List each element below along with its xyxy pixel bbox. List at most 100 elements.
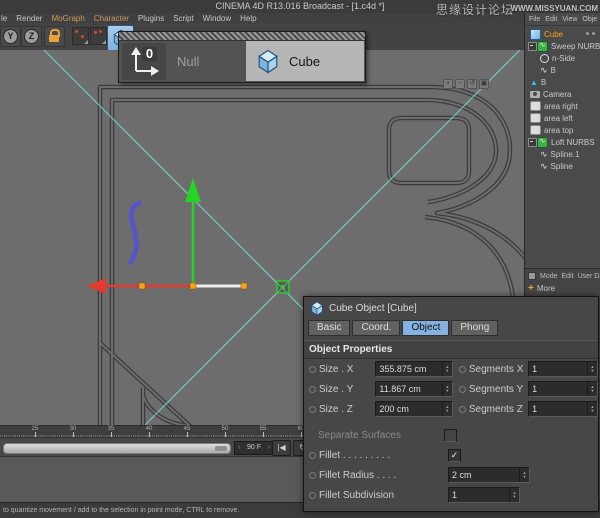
tree-item-label: Spline xyxy=(551,162,573,171)
snap-tool-icon[interactable] xyxy=(72,27,89,45)
stepper-icon[interactable]: ▲▼ xyxy=(587,402,597,416)
attr-menu-user-data[interactable]: User Data xyxy=(578,273,600,280)
modeling-tool-icon[interactable] xyxy=(90,27,107,45)
tree-item-spline[interactable]: ∿Spline xyxy=(525,160,600,172)
size-y-label: Size . Y xyxy=(319,384,375,395)
tree-item-cube[interactable]: Cube xyxy=(525,28,600,40)
tree-item-spline-1[interactable]: ∿Spline.1 xyxy=(525,148,600,160)
tab-phong[interactable]: Phong xyxy=(451,320,498,336)
tab-object[interactable]: Object xyxy=(402,320,449,336)
attribute-more-row[interactable]: + More xyxy=(525,282,600,296)
fillet-radius-input[interactable]: 2 cm▲▼ xyxy=(448,467,530,483)
size-x-input[interactable]: 355.875 cm▲▼ xyxy=(375,361,453,377)
segments-y-input[interactable]: 1▲▼ xyxy=(528,381,598,397)
menu-item-script[interactable]: Script xyxy=(173,14,193,23)
om-menu-view[interactable]: View xyxy=(562,16,577,23)
axis-lock-z[interactable]: Z xyxy=(21,26,42,47)
anim-dot[interactable] xyxy=(309,386,316,393)
separate-surfaces-checkbox[interactable] xyxy=(444,429,457,442)
tree-item-n-side[interactable]: n-Side xyxy=(525,52,600,64)
cube-icon xyxy=(530,29,541,40)
tree-item-label: Loft NURBS xyxy=(551,138,595,147)
menu-item-character[interactable]: Character xyxy=(94,14,129,23)
attr-menu-edit[interactable]: Edit xyxy=(562,273,574,280)
stepper-icon[interactable]: ▲▼ xyxy=(587,362,597,376)
mode-icon[interactable] xyxy=(528,272,536,280)
menu-item-window[interactable]: Window xyxy=(203,14,231,23)
menu-item-render[interactable]: Render xyxy=(16,14,42,23)
viewport-pan-icon[interactable]: + xyxy=(443,79,453,89)
stepper-icon[interactable]: ▲▼ xyxy=(519,468,529,482)
expander-icon[interactable] xyxy=(528,138,537,147)
size-x-label: Size . X xyxy=(319,364,375,375)
stepper-icon[interactable]: ▲▼ xyxy=(442,362,452,376)
popup-item-cube[interactable]: Cube xyxy=(246,41,364,81)
attr-menu-mode[interactable]: Mode xyxy=(540,273,558,280)
spline-icon: ∿ xyxy=(540,150,548,159)
popup-item-null[interactable]: 0 Null xyxy=(119,41,246,81)
size-y-input[interactable]: 11.867 cm▲▼ xyxy=(375,381,453,397)
fillet-checkbox[interactable]: ✓ xyxy=(448,449,461,462)
plus-icon: + xyxy=(528,285,534,293)
spline-icon: ∿ xyxy=(540,162,548,171)
viewport-rotate-icon[interactable]: ↺ xyxy=(467,79,477,89)
x-axis-arrowhead[interactable] xyxy=(87,278,106,294)
om-menu-file[interactable]: File xyxy=(529,16,540,23)
anim-dot[interactable] xyxy=(309,366,316,373)
ruler-tick-label: 35 xyxy=(108,426,115,432)
segments-x-input[interactable]: 1▲▼ xyxy=(528,361,598,377)
stepper-icon[interactable]: ▲▼ xyxy=(442,382,452,396)
tree-item-loft-nurbs[interactable]: ∿Loft NURBS xyxy=(525,136,600,148)
fillet-subdivision-input[interactable]: 1▲▼ xyxy=(448,487,520,503)
tree-item-sweep-nurbs[interactable]: ∿Sweep NURBS xyxy=(525,40,600,52)
go-to-start-button[interactable]: |◀ xyxy=(272,440,291,456)
tree-item-area-left[interactable]: area left xyxy=(525,112,600,124)
timeline-slider[interactable] xyxy=(3,443,231,454)
anim-dot[interactable] xyxy=(309,472,316,479)
spline-curve[interactable] xyxy=(131,203,139,262)
viewport-toggle-icon[interactable]: ▣ xyxy=(479,79,489,89)
anim-dot[interactable] xyxy=(309,406,316,413)
frame-counter[interactable]: ‹ 90 F › xyxy=(234,441,274,455)
gizmo-handle-dot[interactable] xyxy=(190,283,196,289)
anim-dot[interactable] xyxy=(459,386,466,393)
frame-increment-icon[interactable]: › xyxy=(268,442,270,454)
om-menu-edit[interactable]: Edit xyxy=(545,16,557,23)
tab-basic[interactable]: Basic xyxy=(308,320,350,336)
anim-dot[interactable] xyxy=(309,452,316,459)
tab-coord[interactable]: Coord. xyxy=(352,320,400,336)
lock-button[interactable] xyxy=(44,26,65,47)
menu-item-help[interactable]: Help xyxy=(240,14,256,23)
popup-item-label: Null xyxy=(177,54,199,69)
stepper-icon[interactable]: ▲▼ xyxy=(587,382,597,396)
frame-decrement-icon[interactable]: ‹ xyxy=(238,442,240,454)
popup-drag-handle[interactable] xyxy=(119,32,365,41)
stepper-icon[interactable]: ▲▼ xyxy=(509,488,519,502)
om-menu-obje[interactable]: Obje xyxy=(582,16,597,23)
tree-item-label: area left xyxy=(544,114,573,123)
axis-center-handle[interactable] xyxy=(277,281,289,293)
stepper-icon[interactable]: ▲▼ xyxy=(442,402,452,416)
menu-item-plugins[interactable]: Plugins xyxy=(138,14,164,23)
tree-item-label: n-Side xyxy=(552,54,575,63)
tree-item-camera[interactable]: Camera xyxy=(525,88,600,100)
y-axis-arrowhead[interactable] xyxy=(185,178,201,202)
gizmo-handle-dot[interactable] xyxy=(139,283,145,289)
anim-dot[interactable] xyxy=(459,406,466,413)
segments-z-input[interactable]: 1▲▼ xyxy=(528,401,598,417)
size-z-input[interactable]: 200 cm▲▼ xyxy=(375,401,453,417)
anim-dot[interactable] xyxy=(309,492,316,499)
tree-item-b[interactable]: ∿B xyxy=(525,64,600,76)
expander-icon[interactable] xyxy=(528,42,537,51)
gizmo-handle-dot[interactable] xyxy=(241,283,247,289)
segments-x-label: Segments X xyxy=(469,364,528,375)
tree-item-b[interactable]: ▲B xyxy=(525,76,600,88)
tree-item-area-top[interactable]: area top xyxy=(525,124,600,136)
menu-item-mograph[interactable]: MoGraph xyxy=(51,14,84,23)
tree-item-area-right[interactable]: area right xyxy=(525,100,600,112)
viewport-zoom-icon[interactable]: − xyxy=(455,79,465,89)
axis-lock-y[interactable]: Y xyxy=(0,26,21,47)
visibility-dots-icon[interactable] xyxy=(586,32,595,35)
anim-dot[interactable] xyxy=(459,366,466,373)
menu-item-le[interactable]: le xyxy=(1,14,7,23)
